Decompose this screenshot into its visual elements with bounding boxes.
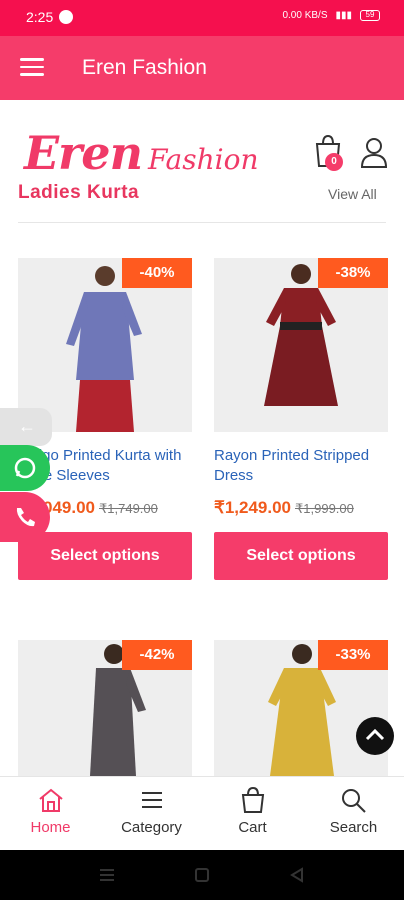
discount-badge: -42% bbox=[122, 640, 192, 670]
battery-icon: 59 bbox=[360, 10, 380, 21]
category-list-icon bbox=[141, 792, 162, 808]
search-icon bbox=[341, 789, 366, 813]
nav-search[interactable]: Search bbox=[303, 777, 404, 850]
product-card[interactable]: -42% bbox=[18, 640, 192, 776]
nav-cart-label: Cart bbox=[238, 819, 267, 836]
scroll-to-top-button[interactable] bbox=[356, 717, 394, 755]
nav-category[interactable]: Category bbox=[101, 777, 202, 850]
nav-home[interactable]: Home bbox=[0, 777, 101, 850]
system-nav-bar bbox=[0, 850, 404, 900]
signal-icon: ▮▮▮ bbox=[335, 10, 352, 21]
original-price: ₹1,749.00 bbox=[99, 501, 158, 516]
select-options-button[interactable]: Select options bbox=[214, 532, 388, 580]
notification-icon bbox=[59, 10, 73, 24]
user-account-icon[interactable] bbox=[360, 136, 388, 168]
discount-badge: -40% bbox=[122, 258, 192, 288]
nav-category-label: Category bbox=[121, 819, 182, 836]
chevron-up-icon bbox=[365, 728, 385, 741]
discount-badge: -38% bbox=[318, 258, 388, 288]
whatsapp-button[interactable] bbox=[0, 445, 50, 491]
menu-icon[interactable] bbox=[20, 58, 44, 76]
system-nav-icons bbox=[100, 867, 303, 883]
product-card[interactable]: -38% Rayon Printed Stripped Dress ₹1,249… bbox=[214, 258, 388, 580]
product-image[interactable]: -42% bbox=[18, 640, 192, 776]
product-prices: ₹1,249.00 ₹1,999.00 bbox=[214, 498, 388, 518]
status-icons: 0.00 KB/S ▮▮▮ 59 bbox=[282, 10, 380, 21]
product-image[interactable]: -38% bbox=[214, 258, 388, 432]
status-time: 2:25 bbox=[26, 9, 54, 25]
nav-search-label: Search bbox=[329, 819, 378, 836]
nav-home-label: Home bbox=[30, 819, 71, 836]
brand-logo[interactable]: Eren Fashion bbox=[24, 126, 258, 180]
view-all-link[interactable]: View All bbox=[328, 186, 377, 202]
status-bar: 2:25 0.00 KB/S ▮▮▮ 59 bbox=[0, 0, 404, 36]
phone-icon bbox=[16, 508, 35, 527]
whatsapp-icon bbox=[14, 457, 36, 479]
logo-part-2: Fashion bbox=[148, 143, 259, 176]
sale-price: ₹1,249.00 bbox=[214, 498, 291, 517]
cart-count-badge: 0 bbox=[325, 153, 343, 171]
section-title: Ladies Kurta bbox=[18, 182, 140, 203]
discount-badge: -33% bbox=[318, 640, 388, 670]
call-button[interactable] bbox=[0, 492, 50, 542]
network-speed: 0.00 KB/S bbox=[282, 10, 328, 21]
home-icon bbox=[38, 788, 63, 812]
app-title: Eren Fashion bbox=[82, 56, 207, 79]
product-image[interactable]: -40% bbox=[18, 258, 192, 432]
cart-bag-icon bbox=[241, 787, 264, 813]
app-bar: Eren Fashion bbox=[0, 36, 404, 100]
bottom-nav: Home Category Cart Search bbox=[0, 776, 404, 850]
original-price: ₹1,999.00 bbox=[295, 501, 354, 516]
side-collapse-button[interactable]: ← bbox=[0, 408, 52, 446]
product-image[interactable]: -33% bbox=[214, 640, 388, 776]
product-name[interactable]: Rayon Printed Stripped Dress bbox=[214, 446, 388, 486]
logo-part-1: Eren bbox=[24, 126, 143, 180]
section-divider bbox=[18, 222, 386, 223]
nav-cart[interactable]: Cart bbox=[202, 777, 303, 850]
product-card[interactable]: -33% bbox=[214, 640, 388, 776]
